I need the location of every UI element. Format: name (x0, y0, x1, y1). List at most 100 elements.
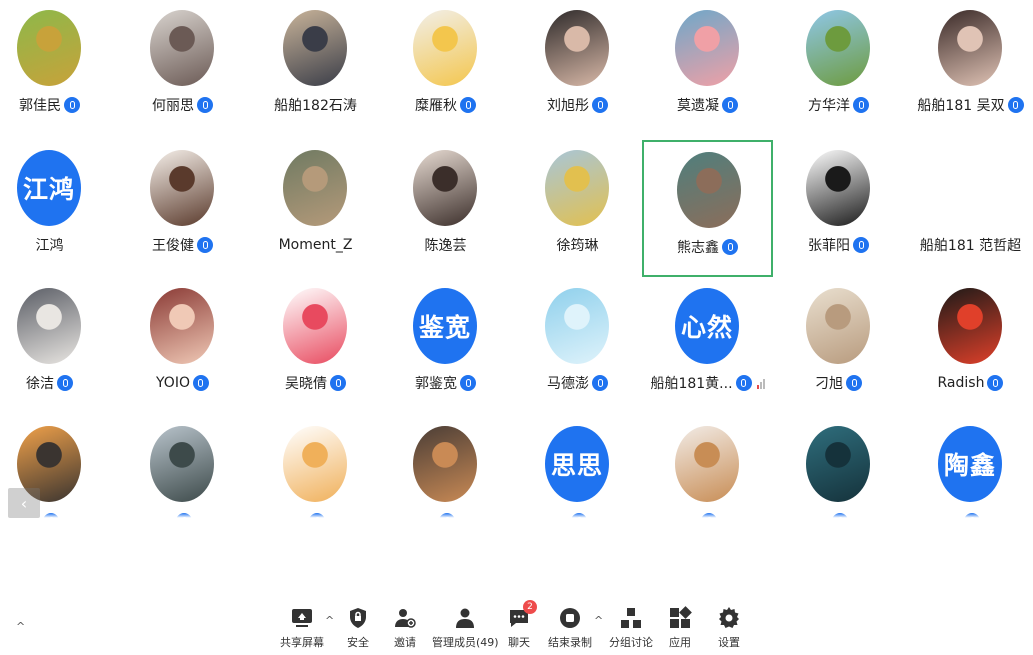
participant-tile[interactable]: 江鸿 江鸿 (0, 140, 115, 277)
participant-tile[interactable]: 思思 (512, 416, 643, 525)
participant-tile[interactable]: 郭佳民 (0, 0, 115, 137)
mic-icon (853, 97, 869, 113)
chat-unread-badge: 2 (523, 600, 537, 614)
participant-tile[interactable]: 吴晓倩 (250, 278, 381, 415)
avatar (677, 152, 741, 228)
apps-label: 应用 (669, 636, 691, 649)
participant-tile[interactable]: YOIO (117, 278, 248, 415)
participant-name-row: 船舶181 吴双 (905, 94, 1033, 116)
mic-icon (722, 97, 738, 113)
participant-name: 郭佳民 (19, 98, 61, 114)
participant-tile[interactable]: 刘旭彤 (512, 0, 643, 137)
participant-tile[interactable]: 刁旭 (773, 278, 904, 415)
mic-icon (853, 237, 869, 253)
avatar (150, 150, 214, 226)
participant-tile[interactable]: 心然 船舶181黄... (642, 278, 773, 415)
participant-name: 莫遗凝 (677, 98, 719, 114)
invite-label: 邀请 (394, 636, 416, 649)
participant-tile[interactable]: 马德澎 (512, 278, 643, 415)
participant-tile[interactable]: 方华洋 (773, 0, 904, 137)
stop-recording-label: 结束录制 (548, 636, 592, 649)
participant-name-row: YOIO (117, 372, 248, 394)
participant-name-row: 熊志鑫 (644, 236, 771, 258)
chat-button[interactable]: 2 聊天 (507, 600, 537, 652)
mic-icon (330, 375, 346, 391)
participant-tile[interactable]: 徐筠琳 (512, 140, 643, 277)
more-options-caret[interactable]: ^ (16, 620, 25, 633)
avatar-initials: 鉴宽 (413, 288, 477, 364)
manage-participants-label: 管理成员(49) (432, 636, 499, 649)
participant-tile[interactable]: 莫遗凝 (642, 0, 773, 137)
participant-tile[interactable]: 张菲阳 (773, 140, 904, 277)
avatar (283, 10, 347, 86)
participant-name: 船舶182石涛 (274, 98, 357, 114)
participant-tile[interactable] (380, 416, 511, 525)
avatar-initials: 思思 (545, 426, 609, 502)
participant-name: 陈逸芸 (424, 238, 467, 254)
participant-tile[interactable]: Radish (905, 278, 1033, 415)
mic-icon (592, 375, 608, 391)
avatar (150, 10, 214, 86)
mic-icon (735, 375, 752, 391)
avatar (17, 288, 81, 364)
mic-icon (722, 239, 738, 255)
participant-tile[interactable]: 船舶181 吴双 (905, 0, 1033, 137)
participant-name: 刘旭彤 (547, 98, 589, 114)
security-button[interactable]: 安全 (346, 606, 370, 652)
participant-tile[interactable]: 船舶182石涛 (250, 0, 381, 137)
participant-name-row: 徐洁 (0, 372, 115, 394)
share-options-caret[interactable]: ^ (325, 614, 334, 627)
avatar (806, 288, 870, 364)
apps-button[interactable]: 应用 (668, 606, 692, 652)
participant-name-row: 马德澎 (512, 372, 643, 394)
participant-name-row: 陈逸芸 (380, 234, 511, 256)
avatar-initials: 心然 (675, 288, 739, 364)
collapse-panel-tab[interactable]: ‹ (8, 488, 40, 518)
participant-name-row: 徐筠琳 (512, 234, 643, 256)
manage-participants-button[interactable]: 管理成员(49) (432, 606, 499, 652)
mic-icon (1007, 97, 1024, 113)
participant-tile[interactable] (773, 416, 904, 525)
gear-icon (717, 606, 741, 630)
avatar (413, 426, 477, 502)
participant-tile[interactable] (250, 416, 381, 525)
participant-tile[interactable]: 鉴宽 郭鉴宽 (380, 278, 511, 415)
participant-tile[interactable]: 陶鑫 (905, 416, 1033, 525)
avatar (283, 426, 347, 502)
participant-tile[interactable]: 陈逸芸 (380, 140, 511, 277)
participant-name-row: 江鸿 (0, 234, 115, 256)
avatar (806, 150, 870, 226)
participant-tile[interactable]: 何丽思 (117, 0, 248, 137)
invite-button[interactable]: 邀请 (393, 606, 417, 652)
participant-name-row: 刁旭 (773, 372, 904, 394)
participant-name: 船舶181 范哲超 (919, 238, 1022, 254)
participant-tile[interactable]: 王俊健 (117, 140, 248, 277)
avatar (675, 426, 739, 502)
mic-icon (57, 375, 73, 391)
participant-name-row: 吴晓倩 (250, 372, 381, 394)
record-options-caret[interactable]: ^ (594, 614, 603, 627)
breakout-rooms-button[interactable]: 分组讨论 (609, 606, 653, 652)
mic-icon (460, 97, 476, 113)
participant-tile[interactable]: 糜雁秋 (380, 0, 511, 137)
participant-tile[interactable]: 船舶181 范哲超 (905, 140, 1033, 277)
participant-name: 王俊健 (152, 238, 194, 254)
breakout-rooms-label: 分组讨论 (609, 636, 653, 649)
participant-tile[interactable]: 徐洁 (0, 278, 115, 415)
participant-tile[interactable] (642, 416, 773, 525)
participant-tile[interactable] (117, 416, 248, 525)
participant-name: YOIO (156, 375, 190, 391)
participant-name: 吴晓倩 (285, 376, 327, 392)
participant-tile[interactable]: Moment_Z (250, 140, 381, 277)
participant-name-row: 船舶181 范哲超 (905, 234, 1033, 256)
participant-name: 糜雁秋 (415, 98, 457, 114)
settings-button[interactable]: 设置 (717, 606, 741, 652)
stop-recording-button[interactable]: 结束录制 (548, 606, 592, 652)
avatar (283, 150, 347, 226)
participant-name: Radish (937, 375, 985, 391)
participant-tile[interactable]: 熊志鑫 (642, 140, 773, 277)
share-screen-button[interactable]: 共享屏幕 (280, 606, 324, 652)
avatar-initials: 江鸿 (17, 150, 81, 226)
mic-icon (64, 97, 80, 113)
mic-icon (460, 375, 476, 391)
